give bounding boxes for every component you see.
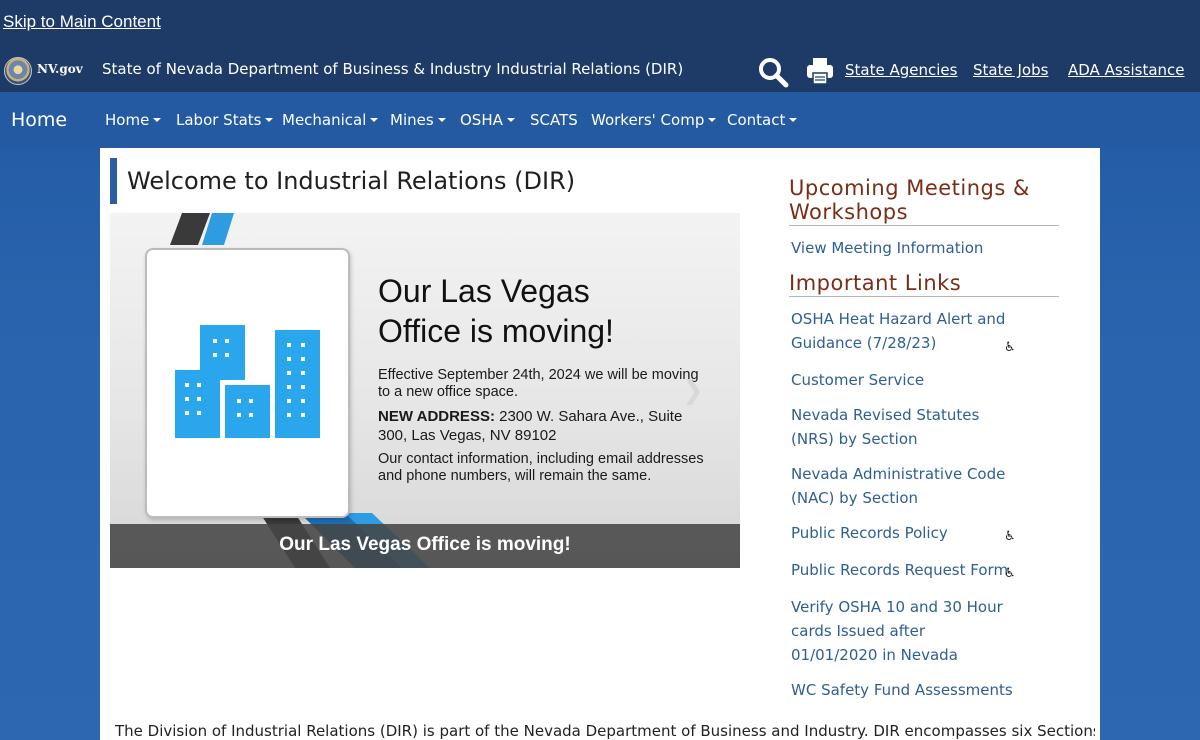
link-verify-osha-cards[interactable]: Verify OSHA 10 and 30 Hour cards Issued … — [791, 595, 1006, 667]
nav-item-label: Mines — [390, 111, 434, 129]
nav-item-label: Contact — [727, 111, 786, 129]
announcement-carousel[interactable]: Our Las Vegas Office is moving! Effectiv… — [110, 213, 740, 568]
page-title: Welcome to Industrial Relations (DIR) — [127, 167, 576, 195]
link-osha-heat-hazard[interactable]: OSHA Heat Hazard Alert and Guidance (7/2… — [791, 307, 1006, 355]
nv-gov-logo-text[interactable]: NV.gov — [37, 62, 83, 76]
link-wc-safety-fund[interactable]: WC Safety Fund Assessments — [791, 678, 1013, 702]
nevada-seal-logo[interactable] — [4, 57, 32, 85]
caret-down-icon — [370, 118, 379, 122]
buildings-card — [145, 248, 350, 518]
link-customer-service[interactable]: Customer Service — [791, 368, 1006, 392]
important-links-heading: Important Links — [789, 271, 1059, 297]
nav-item-scats[interactable]: SCATS — [530, 111, 578, 129]
nav-item-label: Mechanical — [282, 111, 367, 129]
buildings-icon — [175, 325, 320, 438]
slide-address: NEW ADDRESS: 2300 W. Sahara Ave., Suite … — [378, 407, 708, 445]
slide-contact-note: Our contact information, including email… — [378, 451, 704, 484]
nav-item-label: OSHA — [460, 111, 503, 129]
nav-item-label: Labor Stats — [176, 111, 262, 129]
accessibility-icon: ♿ — [1004, 340, 1016, 355]
nav-item-label: Workers' Comp — [591, 111, 705, 129]
skip-to-main-link[interactable]: Skip to Main Content — [3, 12, 161, 32]
accessibility-icon: ♿ — [1004, 566, 1016, 581]
carousel-caption-band: Our Las Vegas Office is moving! — [110, 524, 740, 568]
caret-down-icon — [708, 118, 717, 122]
carousel-caption: Our Las Vegas Office is moving! — [279, 534, 571, 555]
nav-item-home[interactable]: Home — [105, 111, 162, 129]
intro-paragraph: The Division of Industrial Relations (DI… — [115, 722, 1095, 740]
nav-item-labor-stats[interactable]: Labor Stats — [176, 111, 274, 129]
agency-title: State of Nevada Department of Business &… — [102, 60, 684, 78]
caret-down-icon — [153, 118, 162, 122]
slide-effective-date: Effective September 24th, 2024 we will b… — [378, 367, 699, 400]
nav-item-mines[interactable]: Mines — [390, 111, 446, 129]
nav-brand-home[interactable]: Home — [11, 109, 67, 131]
ada-assistance-link[interactable]: ADA Assistance — [1068, 61, 1185, 79]
main-nav-bar: Home Home Labor Stats Mechanical Mines O… — [0, 92, 1200, 148]
view-meeting-information-link[interactable]: View Meeting Information — [791, 236, 1006, 260]
slide-heading-line1: Our Las Vegas — [378, 273, 590, 309]
nav-item-contact[interactable]: Contact — [727, 111, 798, 129]
title-accent-bar — [110, 158, 117, 204]
top-bar: Skip to Main Content NV.gov State of Nev… — [0, 0, 1200, 92]
caret-down-icon — [506, 118, 515, 122]
link-public-records-policy[interactable]: Public Records Policy — [791, 521, 1006, 545]
slide-address-label: NEW ADDRESS: — [378, 408, 495, 425]
state-agencies-link[interactable]: State Agencies — [845, 61, 957, 79]
state-jobs-link[interactable]: State Jobs — [973, 61, 1048, 79]
link-public-records-request-form[interactable]: Public Records Request Form — [791, 558, 1008, 582]
link-nac-by-section[interactable]: Nevada Administrative Code (NAC) by Sect… — [791, 462, 1006, 510]
search-icon[interactable] — [757, 56, 789, 88]
caret-down-icon — [789, 118, 798, 122]
print-icon[interactable] — [805, 56, 835, 86]
nav-item-mechanical[interactable]: Mechanical — [282, 111, 379, 129]
nav-item-label: SCATS — [530, 111, 578, 129]
nav-item-workers-comp[interactable]: Workers' Comp — [591, 111, 717, 129]
nav-item-label: Home — [105, 111, 150, 129]
accessibility-icon: ♿ — [1004, 529, 1016, 544]
main-content: Welcome to Industrial Relations (DIR) Ou… — [100, 148, 1100, 740]
caret-down-icon — [437, 118, 446, 122]
slide-heading: Our Las Vegas Office is moving! — [378, 271, 708, 351]
caret-down-icon — [265, 118, 274, 122]
chevron-right-icon[interactable]: ❯ — [682, 376, 704, 406]
nav-item-osha[interactable]: OSHA — [460, 111, 515, 129]
link-nrs-by-section[interactable]: Nevada Revised Statutes (NRS) by Section — [791, 403, 1006, 451]
meetings-heading: Upcoming Meetings & Workshops — [789, 176, 1059, 226]
slide-heading-line2: Office is moving! — [378, 313, 614, 349]
